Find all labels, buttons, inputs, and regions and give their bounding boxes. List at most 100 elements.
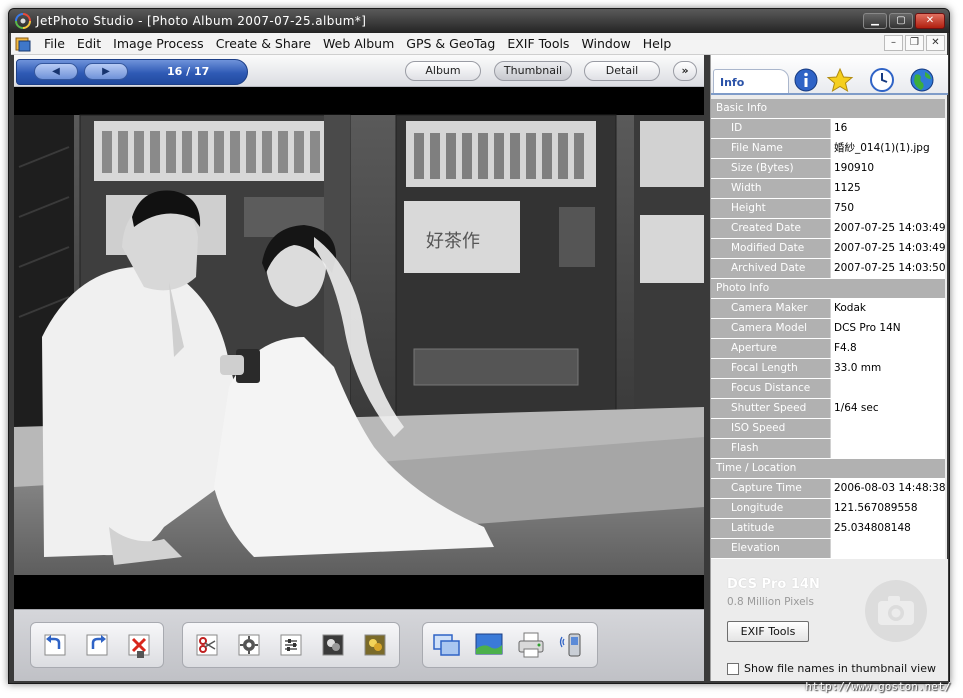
menu-create-share[interactable]: Create & Share bbox=[210, 36, 317, 51]
crop-icon[interactable] bbox=[191, 629, 223, 661]
info-label: Capture Time bbox=[711, 479, 830, 498]
info-value: 750 bbox=[830, 199, 945, 218]
section-basic-info: Basic Info bbox=[711, 99, 945, 119]
doc-restore-button[interactable]: ❐ bbox=[905, 35, 924, 51]
info-table: Basic Info ID 16 File Name 婚紗_014(1)(1).jp… bbox=[711, 99, 945, 559]
table-row: Size (Bytes) 190910 bbox=[711, 159, 945, 179]
tab-thumbnail[interactable]: Thumbnail bbox=[494, 61, 572, 81]
section-title: Time / Location bbox=[711, 459, 830, 478]
info-value: 2007-07-25 14:03:50 bbox=[830, 259, 945, 278]
next-photo-button[interactable]: ▶ bbox=[84, 63, 128, 80]
info-value bbox=[830, 379, 945, 398]
rotate-tool-group bbox=[30, 622, 164, 668]
maximize-button[interactable]: ▢ bbox=[889, 13, 913, 29]
menu-web-album[interactable]: Web Album bbox=[317, 36, 400, 51]
star-icon[interactable] bbox=[825, 67, 855, 93]
rotate-right-icon[interactable] bbox=[81, 629, 113, 661]
editing-toolbar bbox=[14, 609, 704, 681]
show-filenames-option[interactable]: Show file names in thumbnail view bbox=[727, 662, 936, 675]
mobile-icon[interactable] bbox=[557, 629, 589, 661]
close-button[interactable]: ✕ bbox=[915, 13, 945, 29]
menu-help[interactable]: Help bbox=[637, 36, 678, 51]
menu-gps-geotag[interactable]: GPS & GeoTag bbox=[400, 36, 501, 51]
tab-album[interactable]: Album bbox=[405, 61, 481, 81]
info-label: Flash bbox=[711, 439, 830, 458]
more-views-button[interactable]: » bbox=[673, 61, 697, 81]
doc-minimize-button[interactable]: – bbox=[884, 35, 903, 51]
main-view: ◀ ▶ 16 / 17 Album Thumbnail Detail » 好茶作 bbox=[14, 55, 704, 681]
adjust-icon[interactable] bbox=[275, 629, 307, 661]
info-value: F4.8 bbox=[830, 339, 945, 358]
info-icon[interactable] bbox=[791, 67, 821, 93]
info-value: 1125 bbox=[830, 179, 945, 198]
title-bar[interactable]: JetPhoto Studio - [Photo Album 2007-07-2… bbox=[9, 9, 949, 33]
section-time-location: Time / Location bbox=[711, 459, 945, 479]
info-label: File Name bbox=[711, 139, 830, 158]
info-value: 婚紗_014(1)(1).jpg bbox=[830, 139, 945, 158]
table-row: Camera Maker Kodak bbox=[711, 299, 945, 319]
info-label: Camera Maker bbox=[711, 299, 830, 318]
info-value: DCS Pro 14N bbox=[830, 319, 945, 338]
table-row: File Name 婚紗_014(1)(1).jpg bbox=[711, 139, 945, 159]
jetphoto-logo-icon bbox=[15, 13, 31, 29]
camera-icon bbox=[865, 580, 927, 642]
info-label: Focus Distance bbox=[711, 379, 830, 398]
table-row: Latitude 25.034808148 bbox=[711, 519, 945, 539]
frame-icon[interactable] bbox=[359, 629, 391, 661]
info-label: Created Date bbox=[711, 219, 830, 238]
minimize-button[interactable]: ▁ bbox=[863, 13, 887, 29]
table-row: Elevation bbox=[711, 539, 945, 559]
tab-info-label: Info bbox=[720, 76, 745, 89]
rotate-left-icon[interactable] bbox=[39, 629, 71, 661]
window-controls: ▁ ▢ ✕ bbox=[863, 13, 945, 29]
tab-detail[interactable]: Detail bbox=[584, 61, 660, 81]
wallpaper-icon[interactable] bbox=[473, 629, 505, 661]
menu-window[interactable]: Window bbox=[575, 36, 636, 51]
exif-tools-button[interactable]: EXIF Tools bbox=[727, 621, 809, 642]
effects-icon[interactable] bbox=[317, 629, 349, 661]
doc-close-button[interactable]: ✕ bbox=[926, 35, 945, 51]
info-value: 2006-08-03 14:48:38 bbox=[830, 479, 945, 498]
previous-photo-button[interactable]: ◀ bbox=[34, 63, 78, 80]
wedding-photo: 好茶作 bbox=[14, 114, 704, 575]
info-label: Height bbox=[711, 199, 830, 218]
globe-icon[interactable] bbox=[907, 67, 937, 93]
document-window-controls: – ❐ ✕ bbox=[884, 35, 945, 51]
menu-file[interactable]: File bbox=[38, 36, 71, 51]
tab-info[interactable]: Info bbox=[713, 69, 789, 93]
svg-text:好茶作: 好茶作 bbox=[426, 231, 480, 252]
info-value: 190910 bbox=[830, 159, 945, 178]
print-icon[interactable] bbox=[515, 629, 547, 661]
edit-tool-group bbox=[182, 622, 400, 668]
album-document-icon[interactable] bbox=[15, 36, 31, 52]
auto-enhance-icon[interactable] bbox=[233, 629, 265, 661]
info-panel: Info Basic Info ID 16 File Name 婚紗_014(1… bbox=[710, 55, 948, 681]
table-row: Shutter Speed 1/64 sec bbox=[711, 399, 945, 419]
photo-viewer[interactable]: 好茶作 bbox=[14, 87, 704, 609]
camera-summary: DCS Pro 14N 0.8 Million Pixels EXIF Tool… bbox=[711, 559, 948, 681]
show-filenames-checkbox[interactable] bbox=[727, 662, 739, 675]
show-filenames-label: Show file names in thumbnail view bbox=[744, 662, 936, 675]
table-row: Flash bbox=[711, 439, 945, 459]
photo-navigator: ◀ ▶ 16 / 17 bbox=[16, 59, 248, 85]
info-label: Longitude bbox=[711, 499, 830, 518]
source-watermark: http://www.goston.net/ bbox=[805, 680, 951, 693]
info-value: 121.567089558 bbox=[830, 499, 945, 518]
delete-icon[interactable] bbox=[123, 629, 155, 661]
info-label: Archived Date bbox=[711, 259, 830, 278]
slideshow-icon[interactable] bbox=[431, 629, 463, 661]
menu-exif-tools[interactable]: EXIF Tools bbox=[501, 36, 575, 51]
table-row: Camera Model DCS Pro 14N bbox=[711, 319, 945, 339]
menu-image-process[interactable]: Image Process bbox=[107, 36, 210, 51]
section-photo-info: Photo Info bbox=[711, 279, 945, 299]
table-row: Archived Date 2007-07-25 14:03:50 bbox=[711, 259, 945, 279]
info-value: 25.034808148 bbox=[830, 519, 945, 538]
menu-edit[interactable]: Edit bbox=[71, 36, 107, 51]
window-title: JetPhoto Studio - [Photo Album 2007-07-2… bbox=[36, 14, 367, 28]
info-label: Elevation bbox=[711, 539, 830, 558]
table-row: Modified Date 2007-07-25 14:03:49 bbox=[711, 239, 945, 259]
info-value bbox=[830, 539, 945, 558]
info-value: 1/64 sec bbox=[830, 399, 945, 418]
info-value bbox=[830, 439, 945, 458]
clock-icon[interactable] bbox=[867, 67, 897, 93]
